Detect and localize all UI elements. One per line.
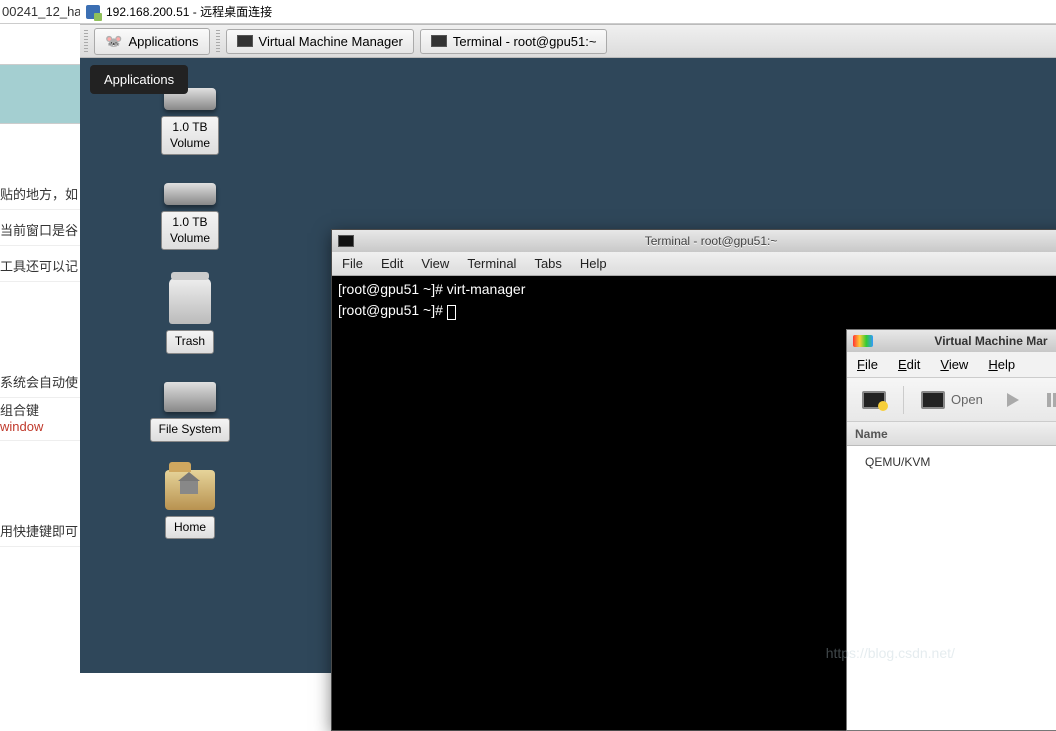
disk-icon — [164, 183, 216, 205]
vmm-column-header[interactable]: Name — [847, 422, 1056, 446]
applications-menu-button[interactable]: 🐭 Applications — [94, 28, 210, 55]
menu-terminal[interactable]: Terminal — [467, 256, 516, 271]
rdp-title-text: 192.168.200.51 - 远程桌面连接 — [106, 3, 272, 20]
desktop-icon-trash[interactable]: Trash — [166, 278, 214, 354]
vmm-connection-list[interactable]: QEMU/KVM — [847, 446, 1056, 730]
vmm-window[interactable]: Virtual Machine Mar File Edit View Help … — [846, 329, 1056, 731]
rdp-icon — [86, 5, 100, 19]
desktop-icon-volume-1[interactable]: 1.0 TB Volume — [161, 88, 219, 155]
desktop-icon-filesystem[interactable]: File System — [150, 382, 231, 442]
new-vm-button[interactable] — [855, 386, 893, 414]
desktop-icon-area: 1.0 TB Volume 1.0 TB Volume Trash File S… — [100, 88, 280, 539]
desktop-icon-home[interactable]: Home — [165, 470, 215, 540]
vmm-menubar: File Edit View Help — [847, 352, 1056, 378]
terminal-line: [root@gpu51 ~]# virt-manager — [338, 281, 525, 297]
taskbar-grip[interactable] — [216, 30, 220, 52]
play-icon — [1007, 393, 1021, 407]
menu-help[interactable]: Help — [988, 357, 1015, 372]
menu-help[interactable]: Help — [580, 256, 607, 271]
column-name: Name — [855, 427, 888, 441]
menu-tabs[interactable]: Tabs — [534, 256, 561, 271]
run-button[interactable] — [1000, 388, 1028, 412]
cursor-icon — [447, 305, 456, 320]
mouse-icon: 🐭 — [105, 33, 122, 50]
trash-icon — [169, 278, 211, 324]
terminal-icon — [338, 235, 354, 247]
menu-file[interactable]: File — [857, 357, 878, 372]
taskbar-item-terminal[interactable]: Terminal - root@gpu51:~ — [420, 29, 608, 54]
menu-file[interactable]: File — [342, 256, 363, 271]
vmm-title-text: Virtual Machine Mar — [934, 334, 1047, 348]
terminal-title-text: Terminal - root@gpu51:~ — [360, 234, 1056, 248]
vmm-toolbar: Open — [847, 378, 1056, 422]
vmm-icon — [853, 335, 873, 347]
vmm-taskbar-icon — [237, 35, 253, 47]
applications-tooltip: Applications — [90, 65, 188, 94]
open-label: Open — [951, 392, 983, 407]
menu-view[interactable]: View — [940, 357, 968, 372]
menu-edit[interactable]: Edit — [381, 256, 403, 271]
terminal-titlebar[interactable]: Terminal - root@gpu51:~ ⇱ — ☐ ✕ — [332, 230, 1056, 252]
terminal-body[interactable]: [root@gpu51 ~]# virt-manager [root@gpu51… — [332, 276, 1056, 326]
desktop-icon-volume-2[interactable]: 1.0 TB Volume — [161, 183, 219, 250]
rdp-titlebar: 192.168.200.51 - 远程桌面连接 — [80, 0, 1056, 24]
taskbar-item-vmm[interactable]: Virtual Machine Manager — [226, 29, 414, 54]
pause-icon — [1045, 393, 1056, 407]
connection-row[interactable]: QEMU/KVM — [847, 452, 1056, 472]
menu-edit[interactable]: Edit — [898, 357, 920, 372]
terminal-taskbar-icon — [431, 35, 447, 47]
page-background: 00241_12_ha 贴的地方，如 当前窗口是谷 工具还可以记 系统会自动使 … — [0, 0, 80, 673]
open-button[interactable]: Open — [914, 386, 990, 414]
menu-view[interactable]: View — [421, 256, 449, 271]
taskbar: 🐭 Applications Virtual Machine Manager T… — [80, 24, 1056, 58]
new-vm-icon — [862, 391, 886, 409]
bg-filename: 00241_12_ha — [0, 0, 80, 24]
taskbar-grip[interactable] — [84, 30, 88, 52]
monitor-icon — [921, 391, 945, 409]
desktop[interactable]: 1.0 TB Volume 1.0 TB Volume Trash File S… — [80, 58, 1056, 673]
terminal-prompt: [root@gpu51 ~]# — [338, 302, 447, 318]
disk-icon — [164, 382, 216, 412]
pause-button[interactable] — [1038, 388, 1056, 412]
home-folder-icon — [165, 470, 215, 510]
applications-label: Applications — [128, 34, 198, 49]
vmm-titlebar[interactable]: Virtual Machine Mar — [847, 330, 1056, 352]
toolbar-separator — [903, 386, 904, 414]
terminal-menubar: File Edit View Terminal Tabs Help — [332, 252, 1056, 276]
